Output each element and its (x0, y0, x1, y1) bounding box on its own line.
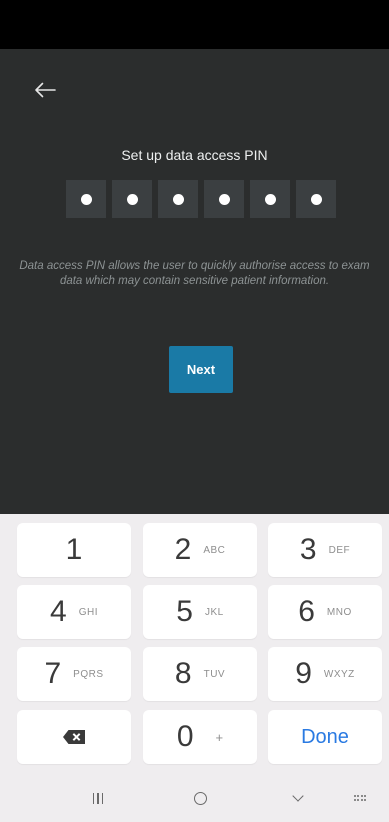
chevron-down-icon (292, 790, 304, 802)
delete-key[interactable] (17, 710, 131, 764)
pin-dot (80, 193, 92, 205)
pin-digit-box (250, 180, 290, 218)
key-7[interactable]: 7 PQRS (17, 647, 131, 701)
pin-setup-screen: Set up data access PIN Data access PIN a… (0, 49, 389, 514)
pin-description: Data access PIN allows the user to quick… (19, 260, 370, 287)
key-digit: 1 (65, 533, 83, 566)
arrow-left-icon (35, 82, 56, 98)
key-digit: 3 (299, 533, 317, 566)
pin-dot (310, 193, 322, 205)
backspace-icon (63, 730, 85, 744)
key-digit: 9 (295, 657, 312, 690)
pin-dot (172, 193, 184, 205)
key-letters: WXYZ (323, 668, 355, 680)
pin-digit-box (204, 180, 244, 218)
done-key[interactable]: Done (268, 710, 382, 764)
done-label: Done (301, 725, 349, 748)
keyboard-switch-button[interactable] (340, 783, 380, 813)
key-digit: 5 (176, 595, 193, 628)
key-digit: 2 (174, 533, 192, 566)
pin-dot (218, 193, 230, 205)
key-1[interactable]: 1 (17, 523, 131, 577)
pin-dot (126, 193, 138, 205)
key-digit: 4 (50, 595, 67, 628)
key-letters: PQRS (73, 668, 104, 680)
keyboard-icon (353, 795, 367, 801)
key-digit: 8 (174, 657, 192, 690)
home-button[interactable] (180, 783, 220, 813)
hide-keyboard-button[interactable] (278, 783, 318, 813)
system-nav-bar (0, 775, 389, 822)
key-letters: JKL (204, 606, 224, 618)
key-letters: ABC (203, 544, 226, 556)
back-button[interactable] (28, 75, 62, 105)
page-title: Set up data access PIN (121, 147, 268, 163)
key-letters: TUV (203, 668, 226, 680)
key-digit: 6 (298, 595, 315, 628)
pin-digit-box (296, 180, 336, 218)
key-plus: + (215, 729, 224, 745)
key-digit: 0 (176, 720, 194, 753)
home-icon (193, 791, 207, 805)
key-2[interactable]: 2 ABC (143, 523, 257, 577)
pin-entry[interactable] (66, 180, 336, 218)
key-letters: DEF (328, 544, 351, 556)
key-9[interactable]: 9 WXYZ (268, 647, 382, 701)
next-button[interactable]: Next (169, 346, 233, 393)
recents-button[interactable] (78, 783, 118, 813)
key-8[interactable]: 8 TUV (143, 647, 257, 701)
recents-icon (92, 792, 104, 804)
status-bar (0, 0, 389, 49)
pin-digit-box (158, 180, 198, 218)
pin-dot (264, 193, 276, 205)
key-letters: GHI (78, 606, 98, 618)
key-5[interactable]: 5 JKL (143, 585, 257, 639)
pin-digit-box (112, 180, 152, 218)
key-letters: MNO (326, 606, 352, 618)
key-digit: 7 (44, 657, 62, 690)
key-3[interactable]: 3 DEF (268, 523, 382, 577)
key-4[interactable]: 4 GHI (17, 585, 131, 639)
pin-digit-box (66, 180, 106, 218)
key-6[interactable]: 6 MNO (268, 585, 382, 639)
key-0[interactable]: 0 + (143, 710, 257, 764)
